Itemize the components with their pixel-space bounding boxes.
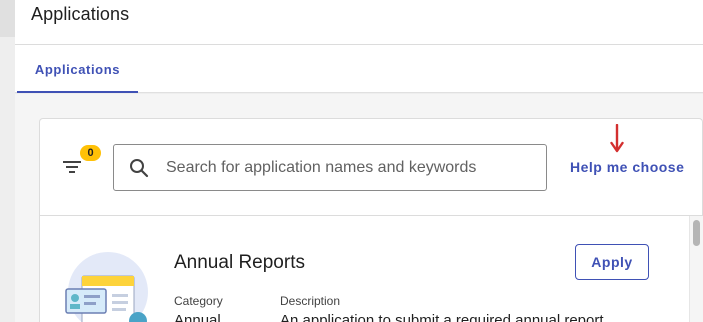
tab-applications[interactable]: Applications	[17, 45, 138, 93]
page-title: Applications	[31, 4, 130, 24]
search-box[interactable]	[113, 144, 547, 191]
search-card: 0 Help me choose	[39, 118, 703, 216]
scrollbar-thumb[interactable]	[693, 220, 700, 246]
search-icon	[128, 157, 150, 179]
filter-count-badge: 0	[80, 145, 101, 161]
apply-button[interactable]: Apply	[575, 244, 649, 280]
application-title[interactable]: Annual Reports	[174, 252, 305, 274]
page-header: Applications	[15, 0, 703, 44]
search-input[interactable]	[166, 158, 536, 177]
description-label: Description	[280, 294, 341, 308]
category-label: Category	[174, 294, 223, 308]
left-gutter-top	[0, 0, 15, 37]
filter-list-icon	[63, 161, 81, 173]
application-card: Annual Reports Apply Category Annual Des…	[39, 215, 703, 322]
results-scrollbar[interactable]	[689, 216, 703, 322]
category-value: Annual	[174, 312, 221, 322]
active-tab-indicator	[17, 91, 138, 93]
description-value: An application to submit a required annu…	[280, 312, 604, 322]
down-arrow-icon	[610, 124, 624, 153]
help-me-choose-link[interactable]: Help me choose	[570, 159, 684, 175]
tabs-bar: Applications	[15, 44, 703, 93]
left-gutter	[0, 0, 15, 322]
annual-report-illustration-icon	[65, 252, 148, 322]
